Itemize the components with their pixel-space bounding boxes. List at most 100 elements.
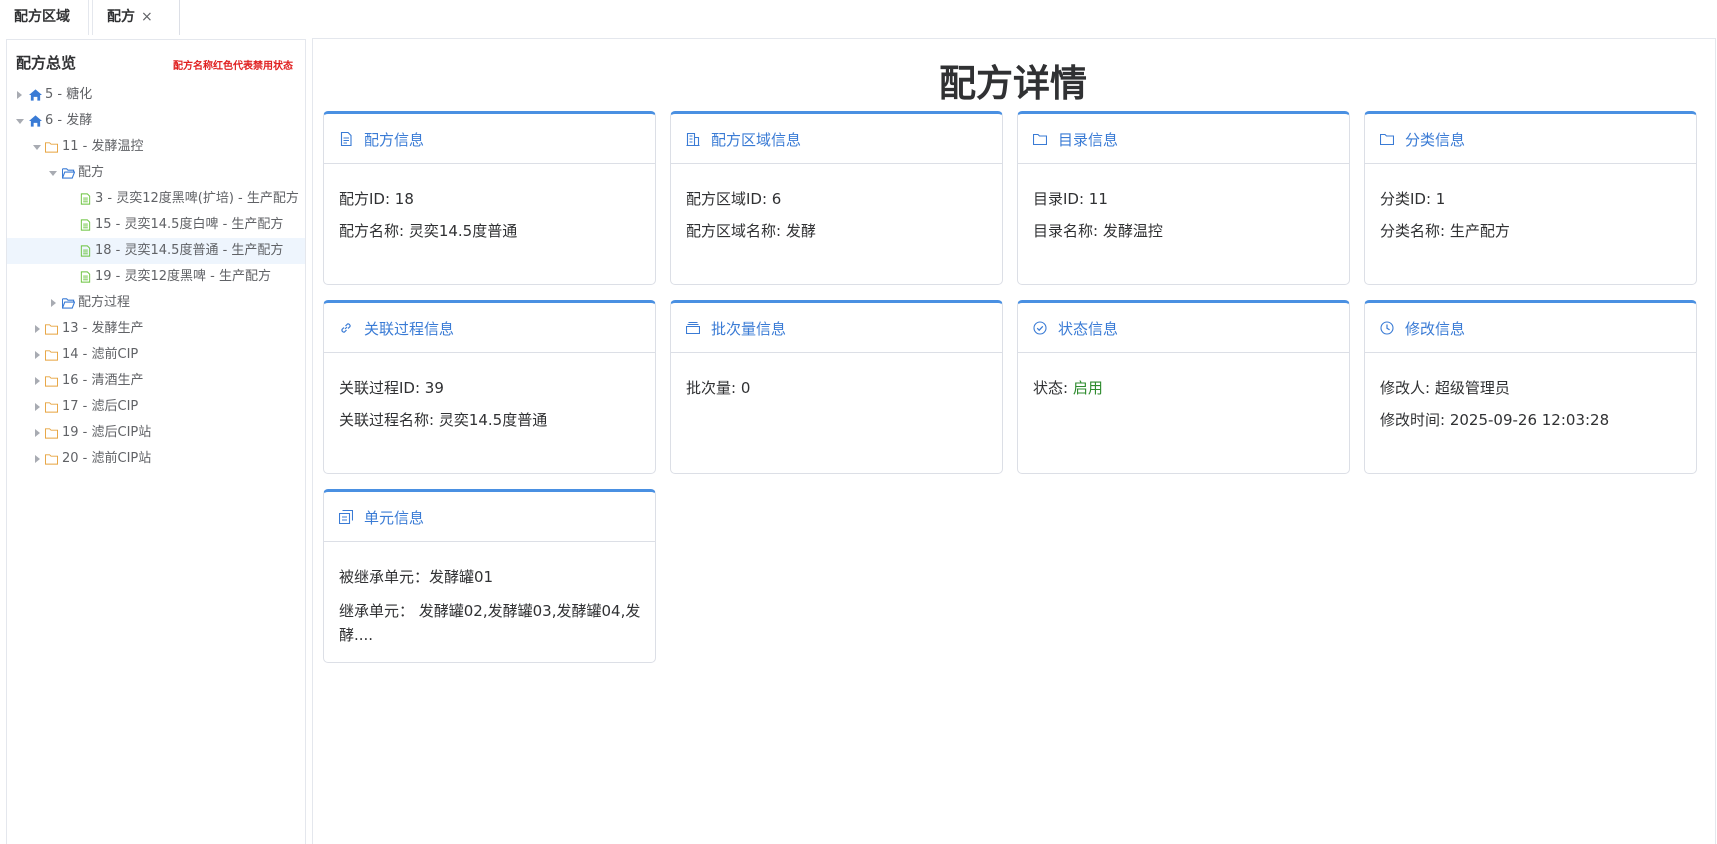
modify-info-card: 修改信息 修改人: 超级管理员 修改时间: 2025-09-26 12:03:2… — [1364, 300, 1697, 474]
page-title: 配方详情 — [939, 62, 1087, 105]
card-title: 修改信息 — [1405, 320, 1466, 338]
tree-node-recipe-folder[interactable]: 配方 — [7, 160, 305, 186]
tree-node-recipe-19[interactable]: 19 - 灵奕12度黑啤 - 生产配方 — [7, 264, 305, 290]
caret-right-icon[interactable] — [35, 429, 40, 437]
tree-node-recipe-18[interactable]: 18 - 灵奕14.5度普通 - 生产配方 — [7, 238, 305, 264]
document-icon — [80, 271, 91, 283]
tab-label: 配方区域 — [14, 9, 70, 25]
process-name: 关联过程名称: 灵奕14.5度普通 — [339, 411, 548, 429]
card-body: 批次量: 0 — [686, 378, 988, 410]
tree-node-label: 配方 — [78, 165, 105, 180]
unit-info-card: 单元信息 被继承单元：发酵罐01 继承单元： 发酵罐02,发酵罐03,发酵罐04… — [323, 489, 656, 663]
card-header: 分类信息 — [1365, 114, 1696, 164]
home-icon — [29, 115, 42, 127]
caret-right-icon[interactable] — [35, 377, 40, 385]
folder-icon — [45, 376, 58, 387]
modify-time: 修改时间: 2025-09-26 12:03:28 — [1380, 411, 1610, 429]
caret-down-icon[interactable] — [33, 145, 41, 150]
recipe-tree-sidebar: 配方总览 配方名称红色代表禁用状态 5 - 糖化 6 - 发酵 11 - 发酵温… — [6, 39, 306, 844]
card-header: 目录信息 — [1018, 114, 1349, 164]
caret-down-icon[interactable] — [16, 119, 24, 124]
card-header: 状态信息 — [1018, 303, 1349, 353]
tree-node-label: 16 - 清酒生产 — [62, 373, 144, 388]
home-icon — [29, 89, 42, 101]
tree-node-catalog-17[interactable]: 17 - 滤后CIP — [7, 394, 305, 420]
modifier: 修改人: 超级管理员 — [1380, 379, 1510, 397]
card-body: 目录ID: 11 目录名称: 发酵温控 — [1033, 189, 1335, 253]
tree-node-catalog-20[interactable]: 20 - 滤前CIP站 — [7, 446, 305, 472]
card-body: 关联过程ID: 39 关联过程名称: 灵奕14.5度普通 — [339, 378, 641, 442]
caret-right-icon[interactable] — [35, 351, 40, 359]
card-title: 状态信息 — [1058, 320, 1119, 338]
tree-node-recipe-15[interactable]: 15 - 灵奕14.5度白啤 - 生产配方 — [7, 212, 305, 238]
catalog-info-card: 目录信息 目录ID: 11 目录名称: 发酵温控 — [1017, 111, 1350, 285]
recipe-area-card: 配方区域信息 配方区域ID: 6 配方区域名称: 发酵 — [670, 111, 1003, 285]
tree-node-label: 5 - 糖化 — [45, 87, 93, 102]
folder-icon — [45, 142, 58, 153]
clock-icon — [1380, 321, 1394, 335]
category-info-card: 分类信息 分类ID: 1 分类名称: 生产配方 — [1364, 111, 1697, 285]
document-icon — [80, 193, 91, 205]
tab-recipe-area[interactable]: 配方区域 — [0, 0, 89, 35]
area-id: 配方区域ID: 6 — [686, 190, 782, 208]
card-title: 分类信息 — [1405, 131, 1466, 149]
folder-icon — [45, 454, 58, 465]
tree-node-process-folder[interactable]: 配方过程 — [7, 290, 305, 316]
tab-label: 配方 — [107, 9, 135, 25]
tree-node-label: 19 - 滤后CIP站 — [62, 425, 152, 440]
check-circle-icon — [1033, 321, 1047, 335]
document-icon — [80, 219, 91, 231]
category-name: 分类名称: 生产配方 — [1380, 222, 1510, 240]
tree-node-catalog-11[interactable]: 11 - 发酵温控 — [7, 134, 305, 160]
caret-right-icon[interactable] — [51, 299, 56, 307]
card-title: 配方区域信息 — [711, 131, 802, 149]
tree-node-area-6[interactable]: 6 - 发酵 — [7, 108, 305, 134]
close-icon[interactable]: × — [141, 0, 153, 34]
tree-node-label: 20 - 滤前CIP站 — [62, 451, 152, 466]
folder-open-icon — [62, 168, 75, 179]
card-body: 被继承单元：发酵罐01 继承单元： 发酵罐02,发酵罐03,发酵罐04,发酵..… — [339, 567, 641, 647]
tree-node-catalog-16[interactable]: 16 - 清酒生产 — [7, 368, 305, 394]
document-icon — [80, 245, 91, 257]
status-value: 启用 — [1072, 379, 1103, 397]
tree-node-area-5[interactable]: 5 - 糖化 — [7, 82, 305, 108]
process-id: 关联过程ID: 39 — [339, 379, 444, 397]
tab-bar: 配方区域 配方 × — [0, 0, 1717, 35]
folder-icon — [1380, 133, 1394, 146]
tree-node-catalog-19[interactable]: 19 - 滤后CIP站 — [7, 420, 305, 446]
folder-icon — [45, 402, 58, 413]
sidebar-header: 配方总览 配方名称红色代表禁用状态 — [7, 40, 305, 80]
card-title: 批次量信息 — [711, 320, 787, 338]
status-info-card: 状态信息 状态: 启用 — [1017, 300, 1350, 474]
tree-node-catalog-13[interactable]: 13 - 发酵生产 — [7, 316, 305, 342]
tree-node-label: 配方过程 — [78, 295, 131, 310]
process-info-card: 关联过程信息 关联过程ID: 39 关联过程名称: 灵奕14.5度普通 — [323, 300, 656, 474]
card-header: 批次量信息 — [671, 303, 1002, 353]
inherited-unit: 被继承单元：发酵罐01 — [339, 568, 494, 586]
caret-right-icon[interactable] — [35, 325, 40, 333]
recipe-detail-panel: 配方详情 配方信息 配方ID: 18 配方名称: 灵奕14.5度普通 配方区域信… — [312, 38, 1716, 844]
tree-node-recipe-3[interactable]: 3 - 灵奕12度黑啤(扩培) - 生产配方 — [7, 186, 305, 212]
card-title: 配方信息 — [364, 131, 425, 149]
batch-info-card: 批次量信息 批次量: 0 — [670, 300, 1003, 474]
caret-down-icon[interactable] — [49, 171, 57, 176]
recipe-tree: 5 - 糖化 6 - 发酵 11 - 发酵温控 配方 3 - 灵奕12度黑啤(扩… — [7, 82, 305, 472]
tab-recipe[interactable]: 配方 × — [92, 0, 180, 35]
folder-icon — [1033, 133, 1047, 146]
tree-node-label: 11 - 发酵温控 — [62, 139, 144, 154]
caret-right-icon[interactable] — [35, 455, 40, 463]
recipe-id: 配方ID: 18 — [339, 190, 414, 208]
tree-node-catalog-14[interactable]: 14 - 滤前CIP — [7, 342, 305, 368]
recipe-info-card: 配方信息 配方ID: 18 配方名称: 灵奕14.5度普通 — [323, 111, 656, 285]
tree-node-label: 3 - 灵奕12度黑啤(扩培) - 生产配方 — [95, 191, 299, 206]
card-title: 单元信息 — [364, 509, 425, 527]
card-title: 关联过程信息 — [364, 320, 455, 338]
card-header: 修改信息 — [1365, 303, 1696, 353]
card-header: 单元信息 — [324, 492, 655, 542]
card-body: 配方区域ID: 6 配方区域名称: 发酵 — [686, 189, 988, 253]
folder-icon — [45, 350, 58, 361]
status-row: 状态: 启用 — [1033, 378, 1335, 410]
card-body: 分类ID: 1 分类名称: 生产配方 — [1380, 189, 1682, 253]
caret-right-icon[interactable] — [17, 91, 22, 99]
caret-right-icon[interactable] — [35, 403, 40, 411]
